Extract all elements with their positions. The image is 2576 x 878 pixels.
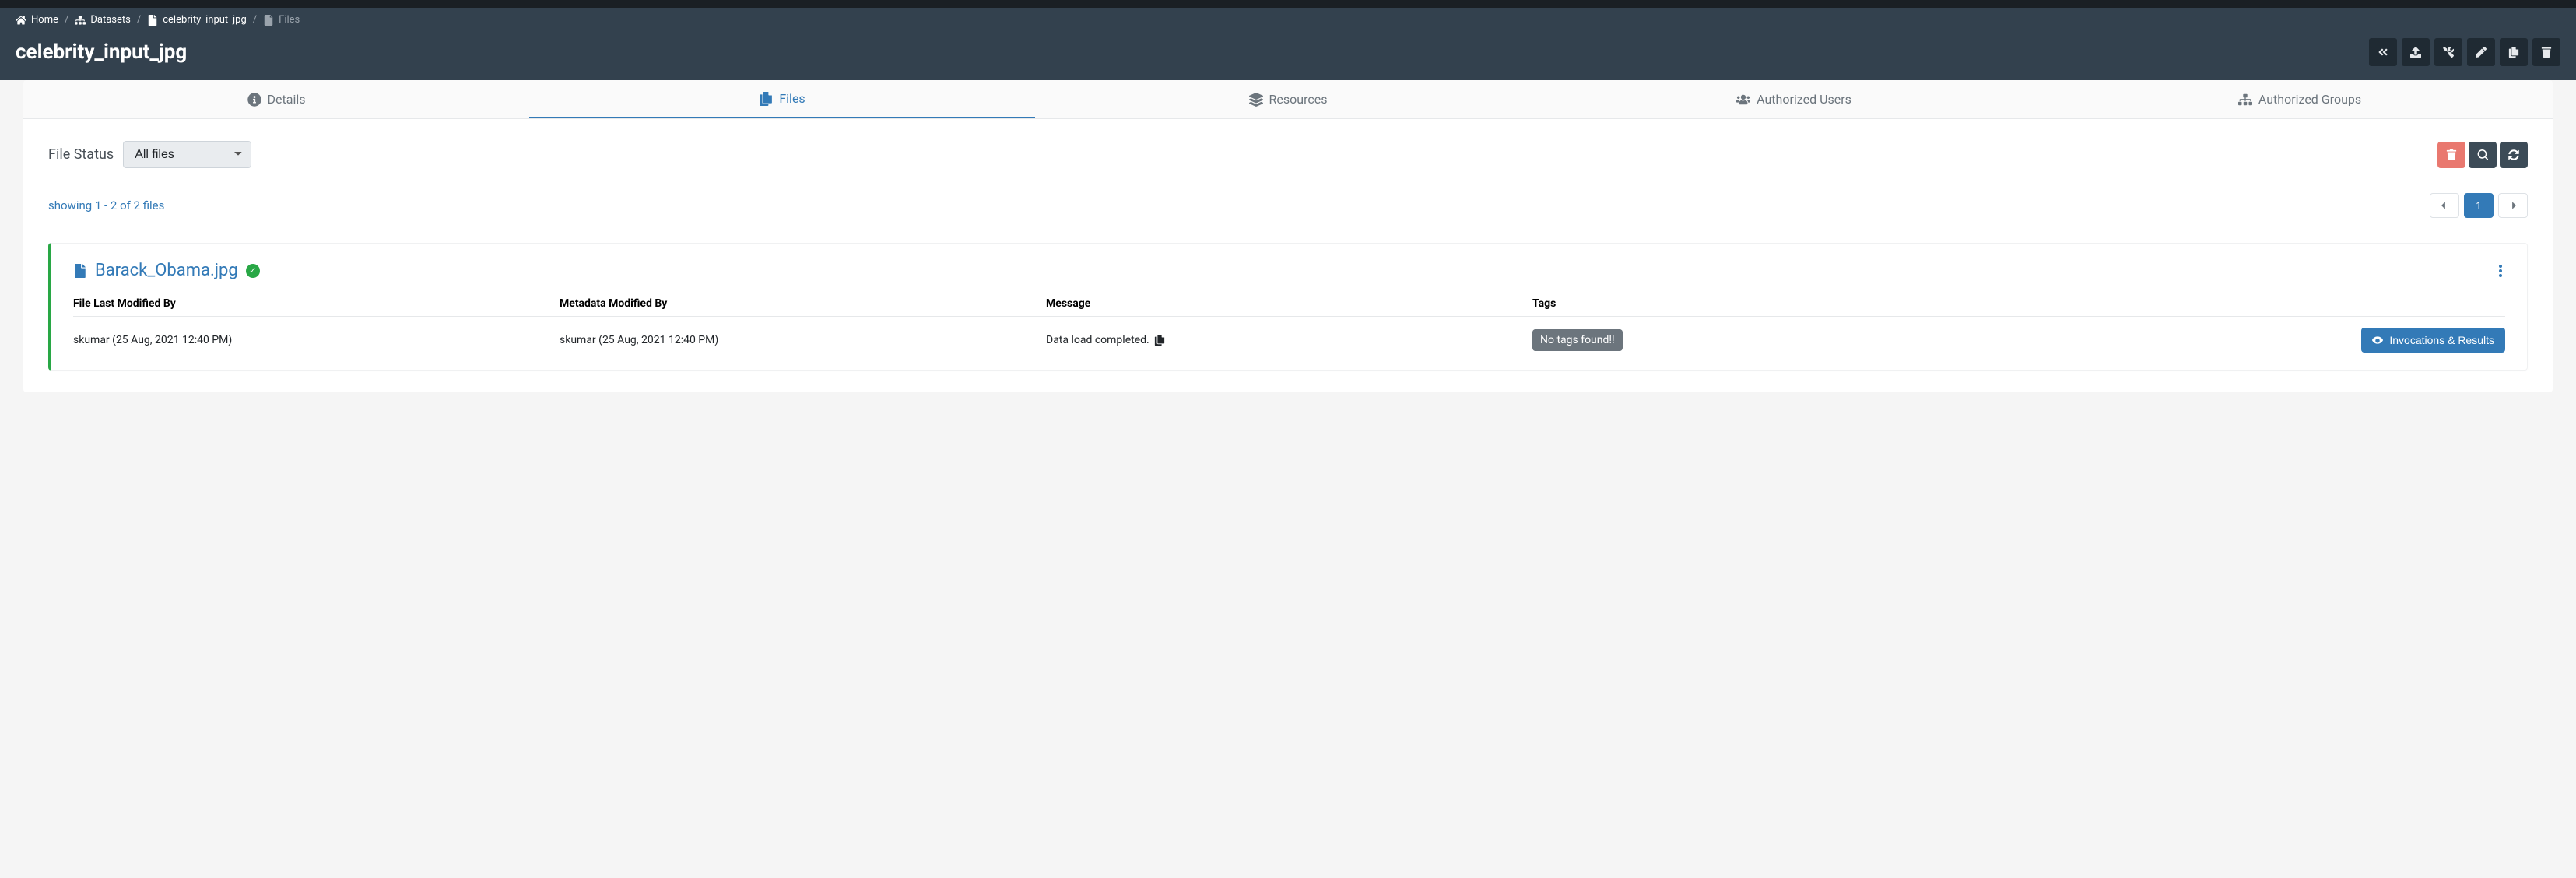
file-name-link[interactable]: Barack_Obama.jpg: [95, 261, 238, 280]
tab-authorized-users[interactable]: Authorized Users: [1541, 80, 2047, 118]
breadcrumb: Home / Datasets / celebrity_input_jpg / …: [16, 8, 2560, 32]
title-row: celebrity_input_jpg: [16, 32, 2560, 80]
table-row: skumar (25 Aug, 2021 12:40 PM) skumar (2…: [73, 317, 2505, 353]
tab-auth-groups-label: Authorized Groups: [2258, 92, 2361, 107]
tab-resources-label: Resources: [1269, 92, 1328, 107]
file-title-row: Barack_Obama.jpg ✓: [73, 261, 260, 280]
val-actions: Invocations & Results: [2019, 328, 2505, 353]
showing-text: showing 1 - 2 of 2 files: [48, 198, 164, 212]
pager-prev[interactable]: [2430, 193, 2459, 218]
copy-icon: [2508, 47, 2519, 58]
title-actions: [2369, 38, 2560, 66]
file-icon: [73, 264, 87, 278]
val-file-mod-by: skumar (25 Aug, 2021 12:40 PM): [73, 334, 560, 346]
copy-icon[interactable]: [1154, 335, 1165, 346]
search-icon: [2477, 149, 2488, 160]
panel: File Status All files showing 1 - 2 of 2…: [23, 119, 2553, 392]
angle-double-left-icon: [2378, 47, 2388, 58]
breadcrumb-sep: /: [65, 14, 68, 26]
copy-button[interactable]: [2500, 38, 2528, 66]
breadcrumb-sep: /: [137, 14, 141, 26]
tab-details[interactable]: Details: [23, 80, 529, 118]
file-menu-button[interactable]: [2496, 262, 2505, 280]
tab-authorized-groups[interactable]: Authorized Groups: [2047, 80, 2553, 118]
toolbar-row: File Status All files: [48, 141, 2528, 168]
back-button[interactable]: [2369, 38, 2397, 66]
col-tags: Tags: [1532, 297, 2019, 310]
content: Details Files Resources Authorized Users…: [0, 80, 2576, 392]
sub-row: showing 1 - 2 of 2 files 1: [48, 193, 2528, 218]
col-meta-mod-by: Metadata Modified By: [560, 297, 1046, 310]
breadcrumb-datasets-label: Datasets: [90, 14, 131, 26]
invocations-results-button[interactable]: Invocations & Results: [2361, 328, 2505, 353]
topbar: [0, 0, 2576, 8]
tab-auth-users-label: Authorized Users: [1757, 92, 1851, 107]
table-header: File Last Modified By Metadata Modified …: [73, 297, 2505, 317]
file-icon: [147, 15, 158, 26]
caret-right-icon: [2508, 200, 2518, 211]
users-icon: [1736, 93, 1750, 107]
file-meta-table: File Last Modified By Metadata Modified …: [73, 297, 2505, 353]
delete-button[interactable]: [2532, 38, 2560, 66]
edit-button[interactable]: [2467, 38, 2495, 66]
file-status-select[interactable]: All files: [123, 141, 251, 168]
col-actions: [2019, 297, 2505, 310]
val-meta-mod-by: skumar (25 Aug, 2021 12:40 PM): [560, 334, 1046, 346]
toolbar-right: [2437, 142, 2528, 168]
file-card: Barack_Obama.jpg ✓ File Last Modified By…: [48, 243, 2528, 371]
col-message: Message: [1046, 297, 1532, 310]
breadcrumb-dataset[interactable]: celebrity_input_jpg: [147, 14, 247, 26]
caret-left-icon: [2439, 200, 2450, 211]
toolbar-left: File Status All files: [48, 141, 251, 168]
delete-files-button[interactable]: [2437, 142, 2465, 168]
trash-icon: [2446, 149, 2457, 160]
files-icon: [759, 92, 773, 106]
pencil-icon: [2476, 47, 2487, 58]
file-icon: [263, 15, 274, 26]
eye-icon: [2372, 335, 2383, 346]
tools-icon: [2443, 47, 2454, 58]
tabs: Details Files Resources Authorized Users…: [23, 80, 2553, 119]
trash-icon: [2541, 47, 2552, 58]
tab-files-label: Files: [779, 91, 805, 106]
breadcrumb-home[interactable]: Home: [16, 14, 58, 26]
no-tags-badge: No tags found!!: [1532, 329, 1623, 351]
upload-button[interactable]: [2402, 38, 2430, 66]
tab-files[interactable]: Files: [529, 80, 1035, 118]
groups-icon: [2238, 93, 2252, 107]
header: Home / Datasets / celebrity_input_jpg / …: [0, 8, 2576, 80]
file-header: Barack_Obama.jpg ✓: [73, 261, 2505, 280]
message-text: Data load completed.: [1046, 334, 1149, 346]
breadcrumb-sep: /: [253, 14, 257, 26]
status-ok-icon: ✓: [246, 264, 260, 278]
tab-resources[interactable]: Resources: [1035, 80, 1541, 118]
upload-icon: [2410, 47, 2421, 58]
invocations-results-label: Invocations & Results: [2389, 334, 2494, 346]
pager: 1: [2430, 193, 2528, 218]
breadcrumb-leaf: Files: [263, 14, 300, 26]
search-files-button[interactable]: [2469, 142, 2497, 168]
col-file-mod-by: File Last Modified By: [73, 297, 560, 310]
breadcrumb-leaf-label: Files: [279, 14, 300, 26]
sitemap-icon: [75, 15, 86, 26]
page-title: celebrity_input_jpg: [16, 40, 187, 64]
tab-details-label: Details: [268, 92, 306, 107]
file-status-label: File Status: [48, 146, 114, 163]
layers-icon: [1249, 93, 1263, 107]
val-tags: No tags found!!: [1532, 329, 2019, 351]
info-circle-icon: [247, 93, 261, 107]
pager-next[interactable]: [2498, 193, 2528, 218]
breadcrumb-datasets[interactable]: Datasets: [75, 14, 131, 26]
home-icon: [16, 15, 26, 26]
val-message: Data load completed.: [1046, 334, 1532, 346]
tools-button[interactable]: [2434, 38, 2462, 66]
refresh-icon: [2508, 149, 2519, 160]
pager-page-1[interactable]: 1: [2464, 193, 2494, 218]
refresh-files-button[interactable]: [2500, 142, 2528, 168]
breadcrumb-dataset-label: celebrity_input_jpg: [163, 14, 247, 26]
breadcrumb-home-label: Home: [31, 14, 58, 26]
